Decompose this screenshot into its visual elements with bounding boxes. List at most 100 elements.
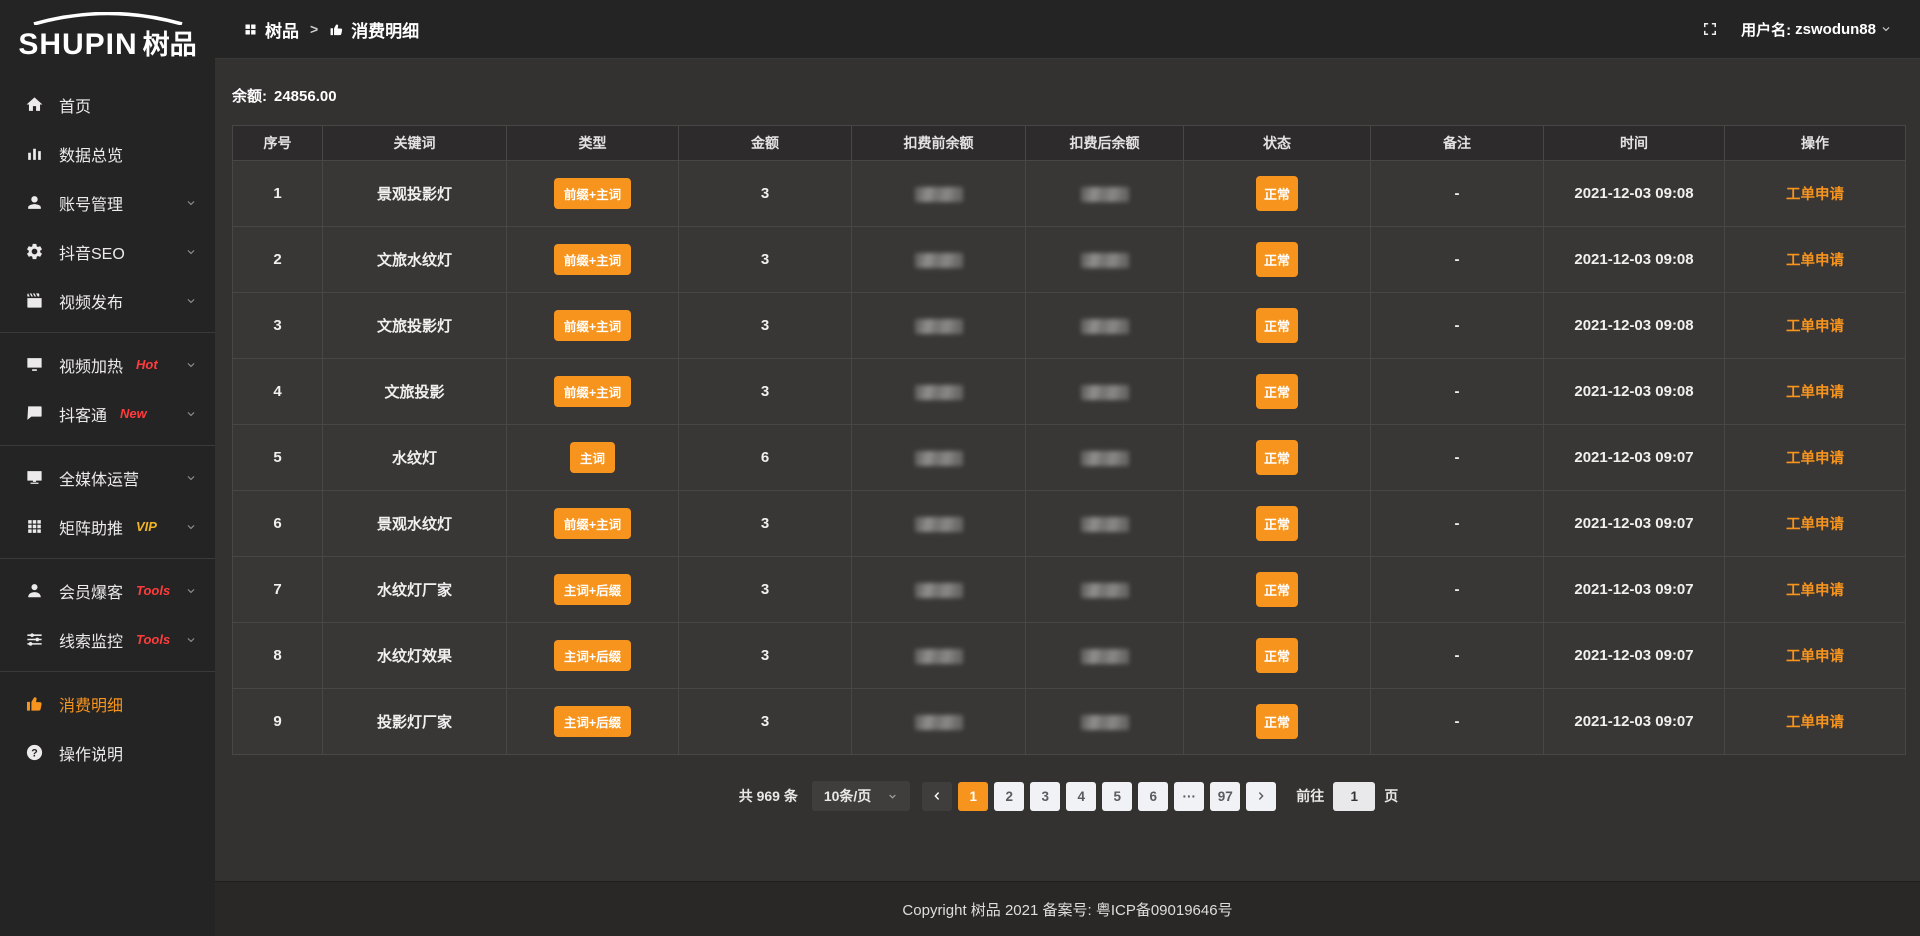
top-header: 树品 > 消费明细 用户名: zswodun88	[215, 0, 1920, 59]
page-button-5[interactable]: 5	[1102, 782, 1132, 811]
column-header: 时间	[1544, 126, 1725, 161]
page-button-1[interactable]: 1	[958, 782, 988, 811]
work-order-link[interactable]: 工单申请	[1786, 451, 1844, 467]
sidebar-item-douketong[interactable]: 抖客通New	[0, 389, 215, 438]
cell-type: 主词+后缀	[507, 689, 679, 755]
blurred-value	[1081, 319, 1129, 334]
sidebar-item-video-publish[interactable]: 视频发布	[0, 276, 215, 325]
copyright-text: Copyright 树品 2021 备案号: 粤ICP备09019646号	[902, 899, 1232, 920]
blurred-value	[915, 451, 963, 466]
breadcrumb-label: 树品	[265, 17, 299, 42]
chevron-down-icon	[887, 791, 898, 802]
chevron-down-icon	[185, 472, 197, 484]
sidebar-item-account[interactable]: 账号管理	[0, 178, 215, 227]
work-order-link[interactable]: 工单申请	[1786, 583, 1844, 599]
sidebar-item-media-operation[interactable]: 全媒体运营	[0, 453, 215, 502]
fullscreen-icon[interactable]	[1701, 20, 1719, 38]
sidebar-item-badge: New	[120, 406, 147, 421]
content: 余额:24856.00 序号关键词类型金额扣费前余额扣费后余额状态备注时间操作 …	[215, 59, 1920, 881]
page-size-select[interactable]: 10条/页	[812, 781, 910, 811]
sidebar-item-home[interactable]: 首页	[0, 80, 215, 129]
chevron-down-icon	[1880, 23, 1892, 35]
app-root: SHUPIN 树品 首页数据总览账号管理抖音SEO 视频发布视频加热Hot抖客通N…	[0, 0, 1920, 936]
cell-type: 前缀+主词	[507, 161, 679, 227]
sidebar-item-label: 操作说明	[59, 741, 123, 765]
sidebar-item-douyin-seo[interactable]: 抖音SEO	[0, 227, 215, 276]
cell-action: 工单申请	[1725, 425, 1906, 491]
table-header-row: 序号关键词类型金额扣费前余额扣费后余额状态备注时间操作	[233, 126, 1906, 161]
pagination: 共 969 条 10条/页 123456···97 前往	[232, 781, 1905, 811]
page-button-6[interactable]: 6	[1138, 782, 1168, 811]
next-page-button[interactable]	[1246, 782, 1276, 811]
blurred-value	[1081, 253, 1129, 268]
cell-balance-before	[852, 293, 1026, 359]
cell-amount: 3	[679, 689, 852, 755]
sidebar-item-badge: VIP	[136, 519, 157, 534]
sidebar-item-badge: Tools	[136, 583, 170, 598]
cell-remark: -	[1371, 293, 1544, 359]
sidebar-item-video-heat[interactable]: 视频加热Hot	[0, 340, 215, 389]
blurred-value	[915, 649, 963, 664]
sidebar-item-consume-detail[interactable]: 消费明细	[0, 679, 215, 728]
sidebar-item-label: 线索监控	[59, 628, 123, 652]
cell-amount: 3	[679, 623, 852, 689]
sidebar-item-clue-monitor[interactable]: 线索监控Tools	[0, 615, 215, 664]
status-badge: 正常	[1256, 308, 1298, 343]
sidebar-item-data-overview[interactable]: 数据总览	[0, 129, 215, 178]
sidebar-item-matrix-boost[interactable]: 矩阵助推VIP	[0, 502, 215, 551]
sidebar-item-label: 全媒体运营	[59, 466, 139, 490]
breadcrumb-item-current[interactable]: 消费明细	[329, 17, 419, 42]
cell-action: 工单申请	[1725, 623, 1906, 689]
column-header: 扣费后余额	[1026, 126, 1184, 161]
breadcrumb-label: 消费明细	[351, 17, 419, 42]
page-button-97[interactable]: 97	[1210, 782, 1240, 811]
work-order-link[interactable]: 工单申请	[1786, 517, 1844, 533]
user-menu[interactable]: 用户名: zswodun88	[1741, 19, 1892, 40]
chevron-down-icon	[185, 295, 197, 307]
work-order-link[interactable]: 工单申请	[1786, 319, 1844, 335]
cell-keyword: 文旅投影灯	[323, 293, 507, 359]
logo[interactable]: SHUPIN 树品	[0, 8, 215, 66]
cell-balance-after	[1026, 293, 1184, 359]
cell-index: 8	[233, 623, 323, 689]
cell-index: 5	[233, 425, 323, 491]
breadcrumb-separator: >	[310, 21, 318, 37]
work-order-link[interactable]: 工单申请	[1786, 715, 1844, 731]
sidebar-item-badge: Hot	[136, 357, 158, 372]
status-badge: 正常	[1256, 374, 1298, 409]
column-header: 操作	[1725, 126, 1906, 161]
chevron-down-icon	[185, 408, 197, 420]
chevron-right-icon	[1255, 790, 1267, 802]
cell-remark: -	[1371, 689, 1544, 755]
work-order-link[interactable]: 工单申请	[1786, 649, 1844, 665]
sidebar-item-label: 首页	[59, 93, 91, 117]
sidebar-item-label: 视频发布	[59, 289, 123, 313]
work-order-link[interactable]: 工单申请	[1786, 187, 1844, 203]
table-row: 7水纹灯厂家主词+后缀3正常-2021-12-03 09:07工单申请	[233, 557, 1906, 623]
chevron-down-icon	[185, 634, 197, 646]
member-icon	[25, 581, 44, 600]
type-badge: 主词+后缀	[554, 706, 631, 737]
page-button-4[interactable]: 4	[1066, 782, 1096, 811]
cell-time: 2021-12-03 09:08	[1544, 161, 1725, 227]
cell-time: 2021-12-03 09:07	[1544, 557, 1725, 623]
cell-time: 2021-12-03 09:08	[1544, 359, 1725, 425]
work-order-link[interactable]: 工单申请	[1786, 385, 1844, 401]
breadcrumb-item-root[interactable]: 树品	[243, 17, 299, 42]
chat-icon	[25, 404, 44, 423]
blurred-value	[915, 583, 963, 598]
more-pages-button[interactable]: ···	[1174, 782, 1204, 811]
goto-page-input[interactable]	[1333, 782, 1375, 811]
chevron-down-icon	[185, 585, 197, 597]
page-button-3[interactable]: 3	[1030, 782, 1060, 811]
monitor-icon	[25, 468, 44, 487]
logo-text-en: SHUPIN	[18, 28, 137, 62]
status-badge: 正常	[1256, 440, 1298, 475]
page-button-2[interactable]: 2	[994, 782, 1024, 811]
cell-status: 正常	[1184, 623, 1371, 689]
sidebar-item-help[interactable]: ?操作说明	[0, 728, 215, 777]
cell-status: 正常	[1184, 689, 1371, 755]
work-order-link[interactable]: 工单申请	[1786, 253, 1844, 269]
sidebar-item-member-burst[interactable]: 会员爆客Tools	[0, 566, 215, 615]
prev-page-button[interactable]	[922, 782, 952, 811]
